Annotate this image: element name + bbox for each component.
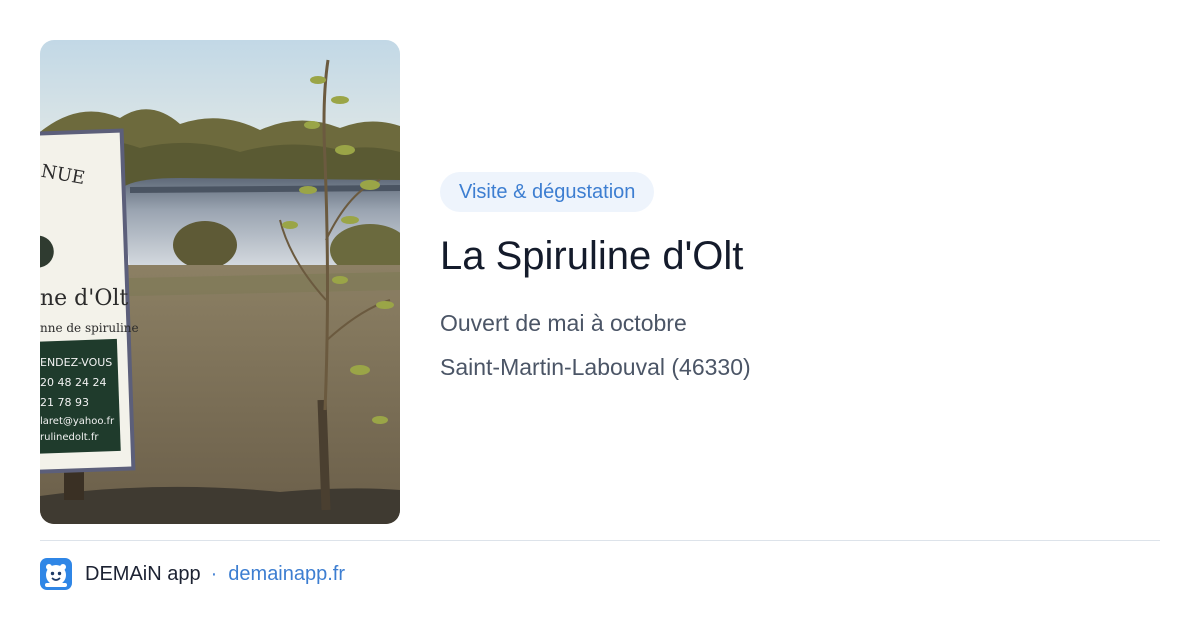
footer-separator: · <box>210 562 218 585</box>
place-title: La Spiruline d'Olt <box>440 234 744 278</box>
place-location: Saint-Martin-Labouval (46330) <box>440 354 751 380</box>
sign-text: 21 78 93 <box>40 396 89 409</box>
sign-text: laret@yahoo.fr <box>40 416 115 427</box>
site-link[interactable]: demainapp.fr <box>228 563 345 586</box>
category-badge: Visite & dégustation <box>440 172 655 212</box>
sign-text: rulinedolt.fr <box>40 432 99 443</box>
sign-text: ne d'Olt <box>40 286 128 311</box>
sign-text: 20 48 24 24 <box>40 376 106 389</box>
place-details: Visite & dégustation La Spiruline d'Olt … <box>440 172 1160 382</box>
app-name: DEMAiN app <box>85 562 201 585</box>
opening-hours: Ouvert de mai à octobre <box>440 310 687 336</box>
footer-divider <box>40 540 1160 541</box>
place-photo: NUE ne d'Olt nne de spiruline ENDEZ-VOUS… <box>40 40 400 524</box>
sign-text: ENDEZ-VOUS <box>40 356 112 369</box>
app-logo-icon <box>40 558 72 590</box>
sign-text: nne de spiruline <box>40 321 139 335</box>
footer: DEMAiN app · demainapp.fr <box>40 558 345 590</box>
